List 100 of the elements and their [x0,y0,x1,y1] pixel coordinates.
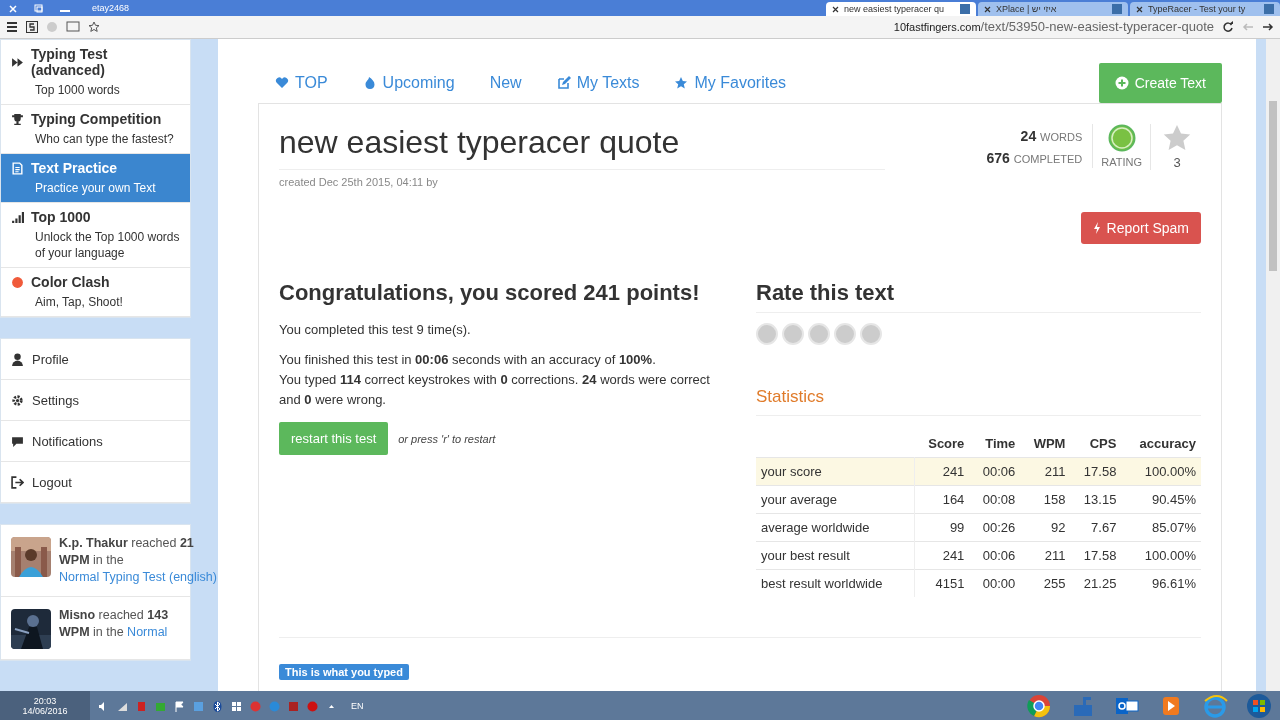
browser-tab[interactable]: XPlace | איזי יש [978,2,1128,16]
chat-icon [11,434,24,448]
dot-icon [11,275,24,289]
sidebar-item[interactable]: Typing Test (advanced) Top 1000 words [1,40,190,105]
bars-icon [11,210,24,224]
close-icon[interactable] [832,5,839,13]
result-text: You finished this test in 00:06 seconds with an accuracy of 100%. [279,351,657,369]
table-cell: 17.58 [1070,457,1122,486]
table-cell: your average [756,485,915,514]
table-cell: 13.15 [1070,485,1122,514]
table-cell: 00:06 [969,541,1021,570]
sidebar-item[interactable]: Text Practice Practice your own Text [1,154,190,203]
close-icon[interactable] [984,5,991,13]
nav-tab[interactable]: Upcoming [362,74,455,92]
score-heading: Congratulations, you scored 241 points! [279,280,701,306]
column-header: WPM [1020,430,1071,458]
table-cell: 241 [914,541,970,570]
document-icon [11,161,24,175]
star-icon[interactable] [1163,124,1191,152]
completed-text: You completed this test 9 time(s). [279,321,472,339]
column-header: Time [969,430,1021,458]
table-cell: your score [756,457,915,486]
rating-icon [1107,124,1136,152]
table-cell: 96.61% [1121,569,1201,597]
settings-icon [11,393,24,407]
menu-item[interactable]: Logout [1,462,190,503]
test-link[interactable]: Normal [127,625,168,639]
table-cell: 90.45% [1121,485,1201,514]
rate-heading: Rate this text [756,280,1201,313]
lightning-icon [1092,222,1101,234]
menu-item[interactable]: Settings [1,380,190,421]
table-cell: 85.07% [1121,513,1201,542]
start-icon[interactable] [1246,693,1272,719]
activity-text: Misno reached 143 WPM in the Normal [59,607,170,641]
edit-icon [556,76,571,90]
column-header: Score [914,430,970,458]
sidebar-item[interactable]: Color Clash Aim, Tap, Shoot! [1,268,190,317]
scrollbar[interactable] [1266,39,1280,691]
browser-icon[interactable] [1202,693,1228,719]
column-header: CPS [1070,430,1122,458]
completed-count: 676 COMPLETED [986,150,1083,166]
browser-tab[interactable]: new easiest typeracer qu [826,2,976,16]
table-cell: average worldwide [756,513,915,542]
table-cell: 00:08 [969,485,1021,514]
result-text: You typed 114 correct keystrokes with 0 corrections. 24 words were correct and 0 were wrong. [279,371,711,409]
signal-icon[interactable] [117,700,128,712]
heart-icon [275,76,289,90]
created-date: created Dec 25th 2015, 04:11 by [279,176,439,188]
table-cell: 164 [914,485,970,514]
bluetooth-icon[interactable] [212,700,223,712]
menu-icon[interactable] [6,21,18,33]
close-icon[interactable] [1136,5,1143,13]
statistics-heading: Statistics [756,387,1201,416]
trophy-icon [11,112,24,126]
reload-icon[interactable] [1222,21,1234,33]
table-cell: 7.67 [1070,513,1122,542]
user-icon [11,352,24,366]
rating-label: RATING [1101,156,1142,168]
table-cell: 17.58 [1070,541,1122,570]
report-spam-button[interactable]: Report Spam [1080,212,1201,244]
nav-tab[interactable]: New [489,74,522,92]
table-cell: 99 [914,513,970,542]
table-cell: 241 [914,457,970,486]
restart-hint: or press 'r' to restart [398,432,496,445]
table-cell: best result worldwide [756,569,915,597]
table-cell: 100.00% [1121,541,1201,570]
favorite-count: 3 [1173,155,1181,170]
test-link[interactable]: Normal Typing Test (english) [59,570,217,584]
word-count: 24 WORDS [1020,128,1083,144]
table-cell: 211 [1020,457,1071,486]
table-cell: 100.00% [1121,457,1201,486]
menu-item[interactable]: Profile [1,339,190,380]
nav-tab[interactable]: TOP [275,74,328,92]
table-cell: 21.25 [1070,569,1122,597]
nav-tab[interactable]: My Favorites [674,74,787,92]
star-icon [674,76,689,90]
table-cell: your best result [756,541,915,570]
browser-icon[interactable] [1026,693,1052,719]
table-cell: 158 [1020,485,1071,514]
nav-tab[interactable]: My Texts [556,74,640,92]
table-cell: 00:00 [969,569,1021,597]
column-header: accuracy [1121,430,1201,458]
forward-icon[interactable] [1262,21,1274,33]
table-cell: 00:26 [969,513,1021,542]
windows-icon[interactable] [231,700,242,712]
forward-icon [11,55,24,69]
logout-icon [11,475,24,489]
typed-label: This is what you typed [279,664,409,680]
flag-icon[interactable] [174,700,185,712]
star-icon[interactable] [88,21,100,33]
language-indicator[interactable]: EN [351,701,364,711]
menu-item[interactable]: Notifications [1,421,190,462]
browser-tab[interactable]: TypeRacer - Test your ty [1130,2,1280,16]
activity-text: K.p. Thakur reached 21 WPM in the Normal Typing Test (english) [59,535,217,586]
table-cell: 255 [1020,569,1071,597]
text-title: new easiest typeracer quote [279,124,885,170]
table-cell: 4151 [914,569,970,597]
profile-name: etay2468 [92,3,130,13]
sidebar-item[interactable]: Top 1000 Unlock the Top 1000 words of your language [1,203,190,268]
table-cell: 211 [1020,541,1071,570]
